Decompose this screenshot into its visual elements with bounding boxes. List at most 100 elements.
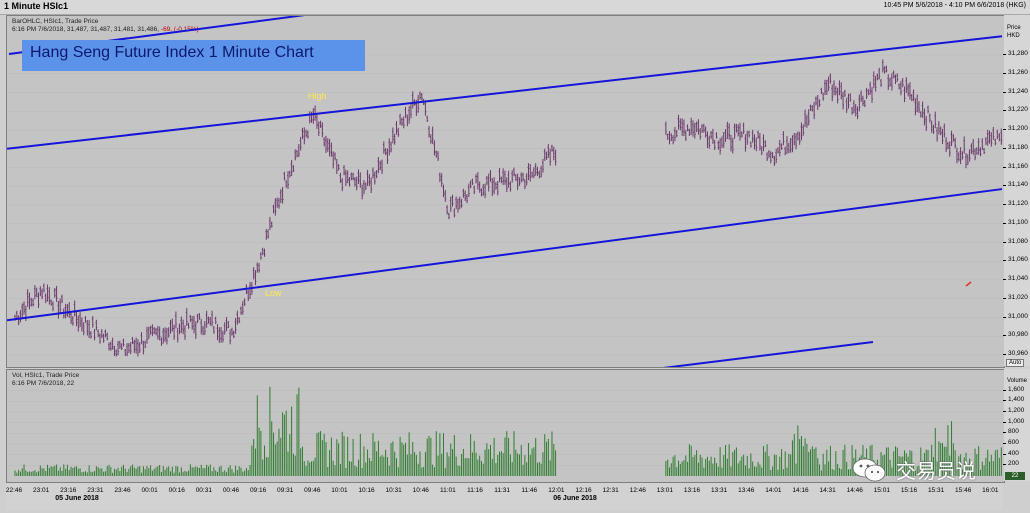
ohlc-bar xyxy=(277,197,280,209)
volume-bar xyxy=(708,460,710,476)
volume-bar xyxy=(497,454,499,476)
ohlc-bar xyxy=(435,150,438,158)
volume-bar xyxy=(423,466,425,476)
volume-bar xyxy=(808,451,810,476)
volume-bar xyxy=(253,439,255,476)
ohlc-bar xyxy=(757,130,760,139)
ohlc-bar xyxy=(883,66,886,74)
ohlc-bar xyxy=(896,73,899,82)
ohlc-bar xyxy=(326,138,329,152)
volume-bar xyxy=(273,432,275,476)
volume-bar xyxy=(470,434,472,476)
ohlc-bar xyxy=(149,325,152,335)
volume-bar xyxy=(395,458,397,476)
ohlc-bar xyxy=(328,138,331,157)
volume-bar xyxy=(325,442,327,476)
volume-bar xyxy=(455,456,457,476)
volume-bar xyxy=(258,427,260,476)
ohlc-bar xyxy=(142,340,145,355)
ohlc-bar xyxy=(46,284,49,302)
window-title-bar: 1 Minute HSIc1 10:45 PM 5/6/2018 - 4:10 … xyxy=(0,0,1030,15)
ohlc-bar xyxy=(907,83,910,97)
volume-bar xyxy=(777,469,779,476)
volume-bar xyxy=(121,466,123,476)
time-tick-label: 15:01 xyxy=(873,487,890,494)
ohlc-bar xyxy=(984,137,987,146)
time-tick-label: 11:31 xyxy=(494,487,511,494)
ohlc-bar xyxy=(158,326,161,341)
ohlc-bar xyxy=(355,176,358,191)
ohlc-bar xyxy=(776,147,779,154)
volume-tick-label: 400 xyxy=(1003,449,1019,457)
ohlc-bar xyxy=(66,304,69,317)
ohlc-bar xyxy=(708,135,711,149)
ohlc-bar xyxy=(702,123,705,133)
ohlc-bar xyxy=(858,94,861,112)
ohlc-bar xyxy=(975,147,978,155)
volume-bar xyxy=(486,443,488,476)
ohlc-bar xyxy=(32,298,35,307)
ohlc-bar xyxy=(321,122,324,138)
volume-bar xyxy=(542,452,544,476)
volume-bar xyxy=(381,455,383,476)
volume-bar xyxy=(112,472,114,476)
ohlc-bar xyxy=(928,113,931,123)
volume-bar xyxy=(511,461,513,476)
volume-bar xyxy=(475,452,477,476)
ohlc-bar xyxy=(446,205,449,215)
time-tick-label: 09:16 xyxy=(249,487,267,494)
ohlc-bar xyxy=(930,120,933,133)
ohlc-bar xyxy=(673,126,676,142)
ohlc-bar xyxy=(1000,128,1003,145)
ohlc-bar xyxy=(527,163,530,181)
auto-scale-button[interactable]: Auto xyxy=(1006,359,1025,367)
ohlc-bar xyxy=(881,59,884,73)
ohlc-bar xyxy=(395,121,398,135)
volume-bar xyxy=(160,472,162,476)
volume-bar xyxy=(159,464,161,476)
ohlc-bar xyxy=(513,167,516,177)
ohlc-bar xyxy=(19,310,22,323)
volume-bar xyxy=(822,453,824,476)
volume-bar xyxy=(439,433,441,476)
ohlc-bar xyxy=(274,198,277,216)
ohlc-bar xyxy=(887,74,890,90)
volume-tick-label: 800 xyxy=(1003,428,1019,436)
ohlc-bar xyxy=(908,82,911,100)
volume-bar xyxy=(356,466,358,476)
ohlc-bar xyxy=(155,327,158,336)
volume-bar xyxy=(504,437,506,476)
ohlc-bar xyxy=(433,140,436,156)
ohlc-bar xyxy=(692,120,694,137)
volume-bar xyxy=(694,454,696,476)
volume-bar xyxy=(728,444,730,476)
time-tick-label: 12:16 xyxy=(575,487,592,494)
volume-bar xyxy=(790,454,792,476)
volume-bar xyxy=(477,459,479,476)
ohlc-bar xyxy=(963,136,966,154)
ohlc-bar xyxy=(21,303,24,319)
volume-bar xyxy=(359,433,361,476)
time-tick-label: 10:31 xyxy=(385,487,402,494)
ohlc-bar xyxy=(312,108,315,124)
ohlc-bar xyxy=(102,333,105,343)
ohlc-bar xyxy=(475,174,478,184)
volume-bar xyxy=(292,453,294,476)
price-tick-label: 31,160 xyxy=(1003,162,1028,170)
ohlc-bar xyxy=(79,312,82,328)
time-tick-label: 14:46 xyxy=(846,487,863,494)
ohlc-bar xyxy=(950,130,953,147)
ohlc-bar xyxy=(954,137,957,149)
volume-bar xyxy=(75,466,77,476)
volume-bar xyxy=(524,455,526,476)
volume-bar xyxy=(714,457,716,476)
volume-bar xyxy=(186,471,188,476)
ohlc-bar xyxy=(914,98,917,116)
ohlc-bar xyxy=(203,321,206,336)
ohlc-bar xyxy=(932,124,935,134)
price-tick-label: 31,020 xyxy=(1003,293,1028,301)
volume-bar xyxy=(38,471,40,476)
ohlc-bar xyxy=(894,74,897,85)
volume-bar xyxy=(207,466,209,476)
price-tick-label: 30,960 xyxy=(1003,350,1028,357)
